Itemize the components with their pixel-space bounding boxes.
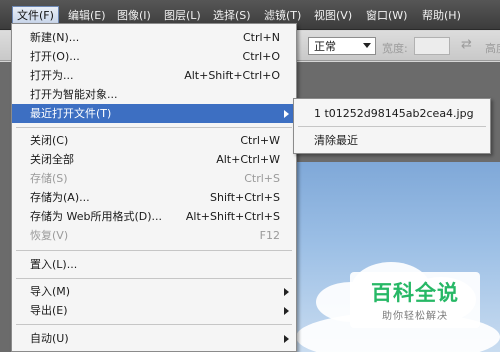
menu-item-import[interactable]: 导入(M) xyxy=(12,282,296,301)
swap-icon[interactable]: ⇄ xyxy=(461,37,472,52)
menu-item-shortcut: Ctrl+N xyxy=(242,31,280,44)
submenu-arrow-icon xyxy=(284,288,289,296)
recent-file-item[interactable]: 1 t01252d98145ab2cea4.jpg xyxy=(294,104,490,123)
menu-item-label: 导出(E) xyxy=(30,304,68,317)
menu-item-save: 存储(S) Ctrl+S xyxy=(12,169,296,188)
menu-separator xyxy=(16,278,292,279)
menu-item-shortcut: Shift+Ctrl+S xyxy=(210,191,280,204)
menu-item-shortcut: Alt+Shift+Ctrl+S xyxy=(185,210,280,223)
submenu-arrow-icon xyxy=(284,307,289,315)
recent-file-label: 1 t01252d98145ab2cea4.jpg xyxy=(314,107,474,120)
menu-item-place[interactable]: 置入(L)... xyxy=(12,255,296,274)
menu-layer-label: 图层(L) xyxy=(164,9,201,22)
menu-item-label: 存储(S) xyxy=(30,172,68,185)
menu-item-shortcut: F12 xyxy=(259,229,280,242)
menu-item-save-for-web[interactable]: 存储为 Web所用格式(D)... Alt+Shift+Ctrl+S xyxy=(12,207,296,226)
submenu-arrow-icon xyxy=(284,335,289,343)
height-label: 高度 xyxy=(485,42,500,55)
menu-item-label: 置入(L)... xyxy=(30,258,78,271)
menu-item-open[interactable]: 打开(O)... Ctrl+O xyxy=(12,47,296,66)
menu-item-shortcut: Ctrl+S xyxy=(244,172,280,185)
menu-item-open-as[interactable]: 打开为... Alt+Shift+Ctrl+O xyxy=(12,66,296,85)
menu-item-export[interactable]: 导出(E) xyxy=(12,301,296,320)
menu-item-label: 新建(N)... xyxy=(30,31,80,44)
file-menu-dropdown: 新建(N)... Ctrl+N 打开(O)... Ctrl+O 打开为... A… xyxy=(11,23,297,352)
menu-item-close[interactable]: 关闭(C) Ctrl+W xyxy=(12,131,296,150)
style-select-value: 正常 xyxy=(314,40,336,53)
menu-item-label: 打开(O)... xyxy=(30,50,80,63)
menu-separator xyxy=(298,126,486,127)
menu-item-label: 关闭(C) xyxy=(30,134,69,147)
menu-item-save-as[interactable]: 存储为(A)... Shift+Ctrl+S xyxy=(12,188,296,207)
menu-help[interactable]: 帮助(H) xyxy=(418,7,465,25)
menu-item-automate[interactable]: 自动(U) xyxy=(12,329,296,348)
menu-item-label: 最近打开文件(T) xyxy=(30,107,112,120)
menu-item-shortcut: Ctrl+W xyxy=(240,134,280,147)
menu-item-label: 导入(M) xyxy=(30,285,71,298)
menu-item-label: 关闭全部 xyxy=(30,153,74,166)
menu-item-shortcut: Alt+Ctrl+W xyxy=(216,153,280,166)
menu-edit-label: 编辑(E) xyxy=(68,9,106,22)
menu-view[interactable]: 视图(V) xyxy=(310,7,356,25)
watermark-title: 百科全说 xyxy=(371,281,459,305)
width-label: 宽度: xyxy=(382,42,408,55)
menu-item-open-recent[interactable]: 最近打开文件(T) xyxy=(12,104,296,123)
menu-item-open-smart-object[interactable]: 打开为智能对象... xyxy=(12,85,296,104)
style-select[interactable]: 正常 xyxy=(308,37,376,55)
clear-recent-item[interactable]: 清除最近 xyxy=(294,131,490,150)
menu-item-label: 打开为智能对象... xyxy=(30,88,118,101)
menu-separator xyxy=(16,127,292,128)
menu-file[interactable]: 文件(F) xyxy=(12,6,59,24)
menu-select-label: 选择(S) xyxy=(213,9,251,22)
menu-item-label: 恢复(V) xyxy=(30,229,69,242)
recent-files-submenu: 1 t01252d98145ab2cea4.jpg 清除最近 xyxy=(293,98,491,154)
menu-help-label: 帮助(H) xyxy=(422,9,461,22)
width-field[interactable] xyxy=(414,37,450,55)
menu-separator xyxy=(16,324,292,325)
menu-item-shortcut: Ctrl+O xyxy=(242,50,280,63)
clear-recent-label: 清除最近 xyxy=(314,134,358,147)
menu-item-revert: 恢复(V) F12 xyxy=(12,226,296,245)
menu-item-label: 自动(U) xyxy=(30,332,69,345)
menu-item-label: 存储为 Web所用格式(D)... xyxy=(30,210,163,223)
menu-view-label: 视图(V) xyxy=(314,9,353,22)
menu-filter-label: 滤镜(T) xyxy=(264,9,302,22)
menu-file-label: 文件(F) xyxy=(17,9,54,22)
menu-image-label: 图像(I) xyxy=(117,9,151,22)
menu-item-label: 打开为... xyxy=(30,69,74,82)
menu-item-new[interactable]: 新建(N)... Ctrl+N xyxy=(12,28,296,47)
chevron-down-icon xyxy=(363,43,371,48)
menu-separator xyxy=(16,250,292,251)
submenu-arrow-icon xyxy=(284,110,289,118)
menu-item-label: 存储为(A)... xyxy=(30,191,90,204)
menu-item-close-all[interactable]: 关闭全部 Alt+Ctrl+W xyxy=(12,150,296,169)
watermark-logo: 百科全说 助你轻松解决 xyxy=(350,272,480,328)
menu-window[interactable]: 窗口(W) xyxy=(362,7,411,25)
watermark-subtitle: 助你轻松解决 xyxy=(382,311,448,322)
menu-item-shortcut: Alt+Shift+Ctrl+O xyxy=(184,69,280,82)
menu-window-label: 窗口(W) xyxy=(366,9,408,22)
